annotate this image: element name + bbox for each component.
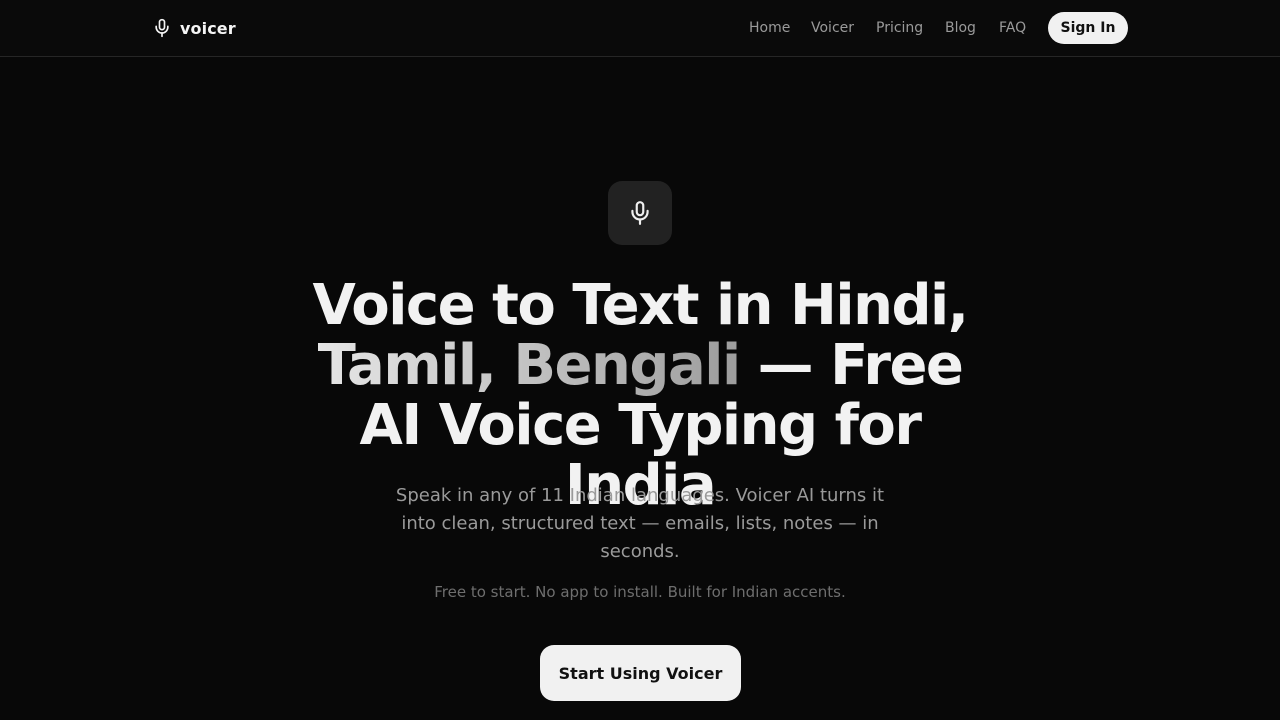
top-navbar: voicer Home Voicer Pricing Blog FAQ Sign…	[0, 0, 1280, 57]
nav-link-blog[interactable]: Blog	[945, 18, 976, 38]
hero-headline: Voice to Text in Hindi, Tamil, Bengali —…	[290, 276, 990, 516]
microphone-icon	[155, 18, 169, 38]
headline-accent: Tamil, Bengali	[317, 333, 742, 398]
nav-link-voicer[interactable]: Voicer	[811, 18, 854, 38]
nav-link-pricing[interactable]: Pricing	[876, 18, 923, 38]
brand-logo-link[interactable]: voicer	[152, 17, 236, 39]
hero-icon-tile	[608, 181, 672, 245]
hero-tagline: Free to start. No app to install. Built …	[434, 583, 846, 601]
microphone-icon	[631, 201, 649, 225]
nav-link-home[interactable]: Home	[749, 18, 790, 38]
start-using-voicer-button[interactable]: Start Using Voicer	[540, 645, 741, 701]
sign-in-button[interactable]: Sign In	[1048, 12, 1128, 44]
headline-part-1: Voice to Text in Hindi,	[312, 273, 969, 338]
hero-subtitle: Speak in any of 11 Indian languages. Voi…	[395, 485, 885, 562]
nav-link-faq[interactable]: FAQ	[999, 18, 1026, 38]
brand-name: voicer	[180, 18, 236, 38]
